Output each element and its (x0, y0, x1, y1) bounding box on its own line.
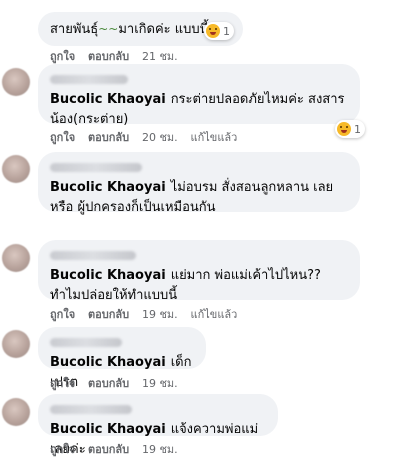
comment-text: Bucolic Khaoyai ไม่อบรม สั่งสอนลูกหลาน เล… (50, 178, 348, 218)
comment-timestamp[interactable]: 20 ชม. (142, 131, 178, 144)
reply-button[interactable]: ตอบกลับ (88, 50, 129, 63)
comment-timestamp[interactable]: 19 ชม. (142, 308, 178, 321)
tagged-author[interactable]: Bucolic Khaoyai (50, 355, 166, 370)
like-button[interactable]: ถูกใจ (50, 308, 75, 321)
comment-actions: ถูกใจ ตอบกลับ 19 ชม. (50, 440, 187, 458)
reaction-badge[interactable]: 1 (204, 22, 234, 40)
comment-timestamp[interactable]: 19 ชม. (142, 377, 178, 390)
comment-text-part: สายพันธุ์ (50, 22, 99, 37)
avatar[interactable] (2, 155, 30, 183)
avatar[interactable] (2, 68, 30, 96)
avatar[interactable] (2, 398, 30, 426)
reaction-count: 1 (223, 24, 230, 38)
comment-bubble: Bucolic Khaoyai กระต่ายปลอดภัยไหมค่ะ สงสา… (38, 64, 360, 127)
commenter-name-blurred[interactable] (50, 75, 128, 84)
comment-text: Bucolic Khaoyai กระต่ายปลอดภัยไหมค่ะ สงสา… (50, 90, 348, 130)
reply-button[interactable]: ตอบกลับ (88, 377, 129, 390)
commenter-name-blurred[interactable] (50, 405, 132, 414)
comment-bubble: Bucolic Khaoyai แจ้งความพ่อแม่เลยค่ะ (38, 394, 278, 457)
comment-actions: ถูกใจ ตอบกลับ 20 ชม. แก้ไขแล้ว (50, 128, 246, 146)
comment-bubble: Bucolic Khaoyai เด็กเปรต (38, 327, 206, 390)
like-button[interactable]: ถูกใจ (50, 377, 75, 390)
edited-label[interactable]: แก้ไขแล้ว (191, 308, 238, 321)
like-button[interactable]: ถูกใจ (50, 131, 75, 144)
comment-timestamp[interactable]: 19 ชม. (142, 443, 178, 456)
reaction-count: 1 (354, 122, 361, 136)
reply-button[interactable]: ตอบกลับ (88, 308, 129, 321)
avatar[interactable] (2, 244, 30, 272)
comment-actions: ถูกใจ ตอบกลับ 19 ชม. (50, 374, 187, 392)
sticker-icon: ~~ (98, 22, 119, 36)
reply-button[interactable]: ตอบกลับ (88, 131, 129, 144)
comment-text: Bucolic Khaoyai แย่มาก พ่อแม่เค้าไปไหน?? … (50, 266, 348, 306)
comment-actions: ถูกใจ ตอบกลับ 21 ชม. (50, 47, 187, 65)
haha-reaction-icon (206, 24, 220, 38)
commenter-name-blurred[interactable] (50, 163, 142, 172)
like-button[interactable]: ถูกใจ (50, 443, 75, 456)
haha-reaction-icon (337, 122, 351, 136)
commenter-name-blurred[interactable] (50, 251, 136, 260)
tagged-author[interactable]: Bucolic Khaoyai (50, 268, 166, 283)
tagged-author[interactable]: Bucolic Khaoyai (50, 422, 166, 437)
avatar[interactable] (2, 330, 30, 358)
reaction-badge[interactable]: 1 (335, 120, 365, 138)
like-button[interactable]: ถูกใจ (50, 50, 75, 63)
tagged-author[interactable]: Bucolic Khaoyai (50, 92, 166, 107)
comment-bubble: Bucolic Khaoyai ไม่อบรม สั่งสอนลูกหลาน เล… (38, 152, 360, 215)
commenter-name-blurred[interactable] (50, 338, 122, 347)
comment-actions: ถูกใจ ตอบกลับ 19 ชม. แก้ไขแล้ว (50, 305, 246, 323)
edited-label[interactable]: แก้ไขแล้ว (191, 131, 238, 144)
comment-text-part: มาเกิดค่ะ แบบนี้.. (118, 22, 217, 37)
tagged-author[interactable]: Bucolic Khaoyai (50, 180, 166, 195)
reply-button[interactable]: ตอบกลับ (88, 443, 129, 456)
comment-timestamp[interactable]: 21 ชม. (142, 50, 178, 63)
comment-bubble: Bucolic Khaoyai แย่มาก พ่อแม่เค้าไปไหน?? … (38, 240, 360, 303)
